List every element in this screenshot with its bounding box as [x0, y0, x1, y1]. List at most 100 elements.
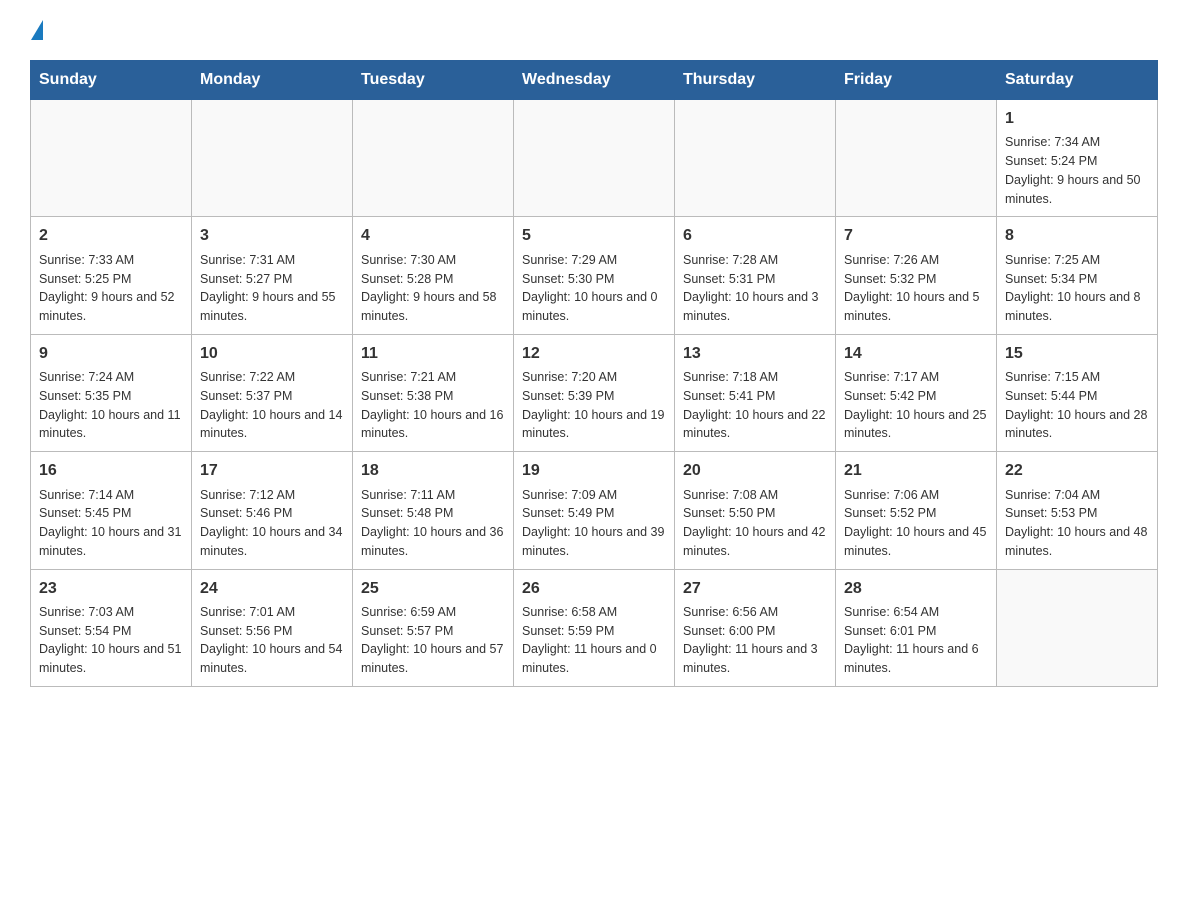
day-info: Sunrise: 7:20 AM Sunset: 5:39 PM Dayligh…: [522, 368, 666, 443]
day-number: 6: [683, 225, 827, 247]
day-of-week-header: Friday: [836, 61, 997, 100]
day-of-week-header: Thursday: [675, 61, 836, 100]
day-of-week-header: Sunday: [31, 61, 192, 100]
day-info: Sunrise: 7:09 AM Sunset: 5:49 PM Dayligh…: [522, 486, 666, 561]
calendar-week-row: 9 Sunrise: 7:24 AM Sunset: 5:35 PM Daylig…: [31, 334, 1158, 451]
day-number: 8: [1005, 225, 1149, 247]
day-number: 7: [844, 225, 988, 247]
calendar-day-cell: 7 Sunrise: 7:26 AM Sunset: 5:32 PM Daylig…: [836, 217, 997, 334]
day-number: 21: [844, 460, 988, 482]
day-info: Sunrise: 7:15 AM Sunset: 5:44 PM Dayligh…: [1005, 368, 1149, 443]
day-number: 11: [361, 343, 505, 365]
calendar-day-cell: [514, 100, 675, 217]
calendar-day-cell: 15 Sunrise: 7:15 AM Sunset: 5:44 PM Dayli…: [997, 334, 1158, 451]
day-number: 4: [361, 225, 505, 247]
calendar-day-cell: 23 Sunrise: 7:03 AM Sunset: 5:54 PM Dayli…: [31, 569, 192, 686]
day-number: 19: [522, 460, 666, 482]
calendar-day-cell: [997, 569, 1158, 686]
calendar-day-cell: [192, 100, 353, 217]
calendar-day-cell: 3 Sunrise: 7:31 AM Sunset: 5:27 PM Daylig…: [192, 217, 353, 334]
day-info: Sunrise: 7:01 AM Sunset: 5:56 PM Dayligh…: [200, 603, 344, 678]
day-of-week-header: Saturday: [997, 61, 1158, 100]
day-number: 28: [844, 578, 988, 600]
day-number: 12: [522, 343, 666, 365]
day-info: Sunrise: 7:29 AM Sunset: 5:30 PM Dayligh…: [522, 251, 666, 326]
calendar-day-cell: 27 Sunrise: 6:56 AM Sunset: 6:00 PM Dayli…: [675, 569, 836, 686]
calendar-day-cell: 8 Sunrise: 7:25 AM Sunset: 5:34 PM Daylig…: [997, 217, 1158, 334]
calendar-day-cell: 1 Sunrise: 7:34 AM Sunset: 5:24 PM Daylig…: [997, 100, 1158, 217]
calendar-week-row: 2Sunrise: 7:33 AM Sunset: 5:25 PM Daylig…: [31, 217, 1158, 334]
day-info: Sunrise: 7:34 AM Sunset: 5:24 PM Dayligh…: [1005, 133, 1149, 208]
day-number: 24: [200, 578, 344, 600]
calendar-day-cell: 18Sunrise: 7:11 AM Sunset: 5:48 PM Dayli…: [353, 452, 514, 569]
calendar-day-cell: 19 Sunrise: 7:09 AM Sunset: 5:49 PM Dayli…: [514, 452, 675, 569]
calendar-day-cell: 28 Sunrise: 6:54 AM Sunset: 6:01 PM Dayli…: [836, 569, 997, 686]
calendar-day-cell: 20 Sunrise: 7:08 AM Sunset: 5:50 PM Dayli…: [675, 452, 836, 569]
day-info: Sunrise: 7:03 AM Sunset: 5:54 PM Dayligh…: [39, 603, 183, 678]
day-info: Sunrise: 6:59 AM Sunset: 5:57 PM Dayligh…: [361, 603, 505, 678]
calendar-day-cell: 25 Sunrise: 6:59 AM Sunset: 5:57 PM Dayli…: [353, 569, 514, 686]
logo: [30, 20, 43, 44]
day-number: 18: [361, 460, 505, 482]
day-number: 1: [1005, 108, 1149, 130]
calendar-day-cell: 9 Sunrise: 7:24 AM Sunset: 5:35 PM Daylig…: [31, 334, 192, 451]
day-info: Sunrise: 7:31 AM Sunset: 5:27 PM Dayligh…: [200, 251, 344, 326]
day-info: Sunrise: 7:21 AM Sunset: 5:38 PM Dayligh…: [361, 368, 505, 443]
day-info: Sunrise: 7:26 AM Sunset: 5:32 PM Dayligh…: [844, 251, 988, 326]
day-number: 3: [200, 225, 344, 247]
calendar-day-cell: 13 Sunrise: 7:18 AM Sunset: 5:41 PM Dayli…: [675, 334, 836, 451]
calendar-day-cell: 11 Sunrise: 7:21 AM Sunset: 5:38 PM Dayli…: [353, 334, 514, 451]
day-number: 25: [361, 578, 505, 600]
calendar-day-cell: [353, 100, 514, 217]
day-info: Sunrise: 7:17 AM Sunset: 5:42 PM Dayligh…: [844, 368, 988, 443]
day-info: Sunrise: 7:08 AM Sunset: 5:50 PM Dayligh…: [683, 486, 827, 561]
day-info: Sunrise: 7:30 AM Sunset: 5:28 PM Dayligh…: [361, 251, 505, 326]
calendar-day-cell: 26Sunrise: 6:58 AM Sunset: 5:59 PM Dayli…: [514, 569, 675, 686]
day-number: 20: [683, 460, 827, 482]
page-header: [30, 20, 1158, 44]
day-number: 14: [844, 343, 988, 365]
day-info: Sunrise: 7:24 AM Sunset: 5:35 PM Dayligh…: [39, 368, 183, 443]
day-info: Sunrise: 7:12 AM Sunset: 5:46 PM Dayligh…: [200, 486, 344, 561]
day-number: 9: [39, 343, 183, 365]
calendar-day-cell: 14 Sunrise: 7:17 AM Sunset: 5:42 PM Dayli…: [836, 334, 997, 451]
day-number: 23: [39, 578, 183, 600]
calendar-week-row: 23 Sunrise: 7:03 AM Sunset: 5:54 PM Dayli…: [31, 569, 1158, 686]
calendar-week-row: 1 Sunrise: 7:34 AM Sunset: 5:24 PM Daylig…: [31, 100, 1158, 217]
day-number: 2: [39, 225, 183, 247]
calendar-day-cell: [31, 100, 192, 217]
day-info: Sunrise: 7:18 AM Sunset: 5:41 PM Dayligh…: [683, 368, 827, 443]
day-number: 17: [200, 460, 344, 482]
day-of-week-header: Monday: [192, 61, 353, 100]
day-info: Sunrise: 6:54 AM Sunset: 6:01 PM Dayligh…: [844, 603, 988, 678]
calendar-day-cell: 24 Sunrise: 7:01 AM Sunset: 5:56 PM Dayli…: [192, 569, 353, 686]
day-number: 5: [522, 225, 666, 247]
calendar-day-cell: 21 Sunrise: 7:06 AM Sunset: 5:52 PM Dayli…: [836, 452, 997, 569]
day-of-week-header: Wednesday: [514, 61, 675, 100]
day-number: 22: [1005, 460, 1149, 482]
day-info: Sunrise: 7:06 AM Sunset: 5:52 PM Dayligh…: [844, 486, 988, 561]
calendar-day-cell: 22 Sunrise: 7:04 AM Sunset: 5:53 PM Dayli…: [997, 452, 1158, 569]
calendar-day-cell: [836, 100, 997, 217]
calendar-day-cell: [675, 100, 836, 217]
day-info: Sunrise: 7:28 AM Sunset: 5:31 PM Dayligh…: [683, 251, 827, 326]
day-info: Sunrise: 7:04 AM Sunset: 5:53 PM Dayligh…: [1005, 486, 1149, 561]
day-number: 10: [200, 343, 344, 365]
calendar-day-cell: 10Sunrise: 7:22 AM Sunset: 5:37 PM Dayli…: [192, 334, 353, 451]
logo-triangle-icon: [31, 20, 43, 40]
day-info: Sunrise: 7:25 AM Sunset: 5:34 PM Dayligh…: [1005, 251, 1149, 326]
day-number: 13: [683, 343, 827, 365]
calendar-table: SundayMondayTuesdayWednesdayThursdayFrid…: [30, 60, 1158, 687]
day-number: 26: [522, 578, 666, 600]
day-number: 27: [683, 578, 827, 600]
calendar-day-cell: 5 Sunrise: 7:29 AM Sunset: 5:30 PM Daylig…: [514, 217, 675, 334]
calendar-week-row: 16 Sunrise: 7:14 AM Sunset: 5:45 PM Dayli…: [31, 452, 1158, 569]
calendar-day-cell: 12 Sunrise: 7:20 AM Sunset: 5:39 PM Dayli…: [514, 334, 675, 451]
day-number: 16: [39, 460, 183, 482]
calendar-day-cell: 16 Sunrise: 7:14 AM Sunset: 5:45 PM Dayli…: [31, 452, 192, 569]
day-of-week-header: Tuesday: [353, 61, 514, 100]
day-info: Sunrise: 7:14 AM Sunset: 5:45 PM Dayligh…: [39, 486, 183, 561]
day-info: Sunrise: 6:56 AM Sunset: 6:00 PM Dayligh…: [683, 603, 827, 678]
calendar-day-cell: 6 Sunrise: 7:28 AM Sunset: 5:31 PM Daylig…: [675, 217, 836, 334]
day-number: 15: [1005, 343, 1149, 365]
